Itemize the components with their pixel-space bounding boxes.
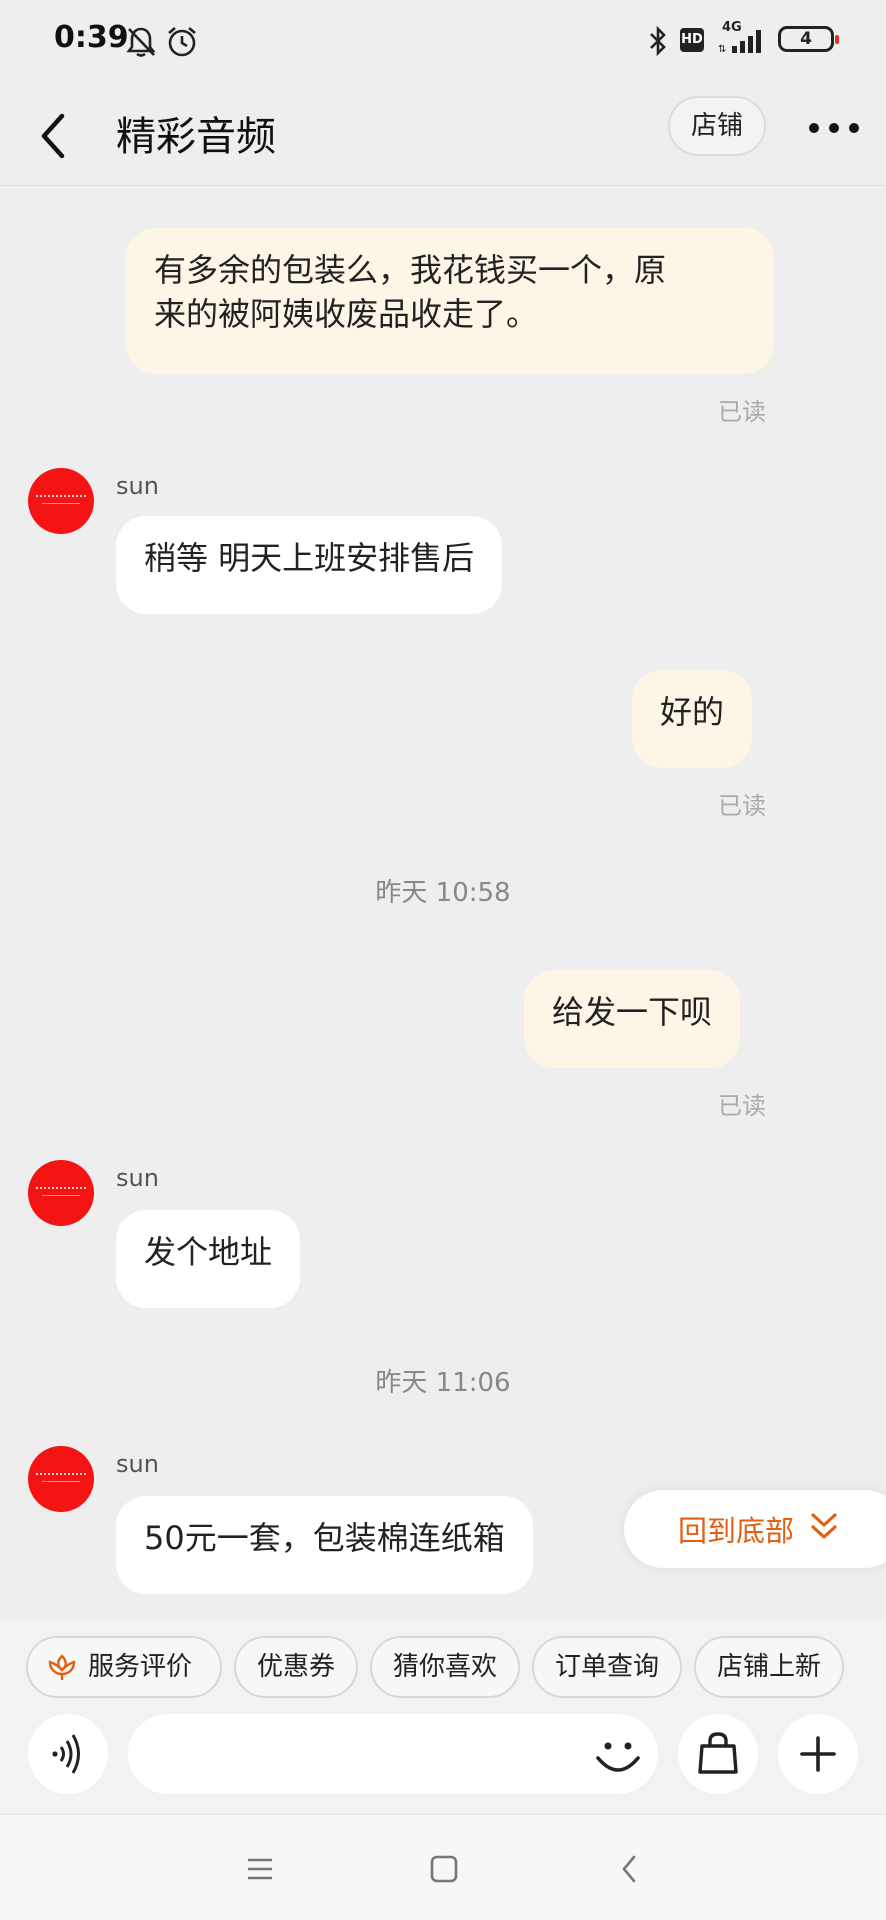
sender-name: sun (116, 1164, 159, 1192)
avatar-logo (36, 1473, 86, 1477)
read-status: 已读 (718, 398, 766, 426)
product-button[interactable] (678, 1714, 758, 1794)
avatar[interactable] (28, 1160, 94, 1226)
system-nav-bar (0, 1814, 886, 1920)
bluetooth-icon (650, 26, 666, 56)
status-time: 0:39 (54, 20, 129, 55)
shop-button[interactable]: 店铺 (668, 96, 766, 156)
message-input[interactable] (128, 1714, 658, 1794)
emoji-icon[interactable] (588, 1724, 648, 1784)
message-text-line: 有多余的包装么，我花钱买一个，原 (154, 251, 667, 289)
more-icon[interactable] (806, 108, 862, 148)
chip-coupon[interactable]: 优惠券 (234, 1636, 358, 1698)
plus-icon (800, 1736, 836, 1772)
back-icon[interactable] (30, 98, 78, 174)
their-message[interactable]: 50元一套，包装棉连纸箱 (116, 1496, 533, 1594)
battery-level: 4 (800, 29, 812, 49)
chat-header: 精彩音频 店铺 (0, 86, 886, 186)
chip-new-arrivals[interactable]: 店铺上新 (694, 1636, 844, 1698)
home-icon[interactable] (420, 1845, 468, 1893)
timestamp: 昨天 10:58 (375, 878, 511, 908)
avatar-logo-line (42, 1195, 80, 1196)
their-message[interactable]: 发个地址 (116, 1210, 301, 1308)
read-status: 已读 (718, 792, 766, 820)
timestamp: 昨天 11:06 (375, 1368, 511, 1398)
my-message[interactable]: 有多余的包装么，我花钱买一个，原 来的被阿姨收废品收走了。 (126, 228, 774, 374)
page-title: 精彩音频 (116, 114, 276, 160)
scroll-to-bottom-label: 回到底部 (678, 1514, 795, 1548)
voice-button[interactable] (28, 1714, 108, 1794)
shopping-bag-icon (698, 1732, 738, 1774)
hd-icon: HD (680, 28, 704, 52)
chip-label: 服务评价 (88, 1652, 193, 1682)
double-chevron-down-icon (811, 1513, 837, 1539)
scroll-to-bottom-button[interactable]: 回到底部 (624, 1490, 886, 1568)
their-message[interactable]: 稍等 明天上班安排售后 (116, 516, 503, 614)
menu-icon[interactable] (236, 1845, 284, 1893)
more-actions-button[interactable] (778, 1714, 858, 1794)
avatar-logo-line (42, 1481, 80, 1482)
chip-recommend[interactable]: 猜你喜欢 (370, 1636, 520, 1698)
svg-text:⇅: ⇅ (718, 44, 726, 54)
avatar[interactable] (28, 1446, 94, 1512)
my-message[interactable]: 给发一下呗 (524, 970, 741, 1068)
quick-actions-bar: 服务评价 优惠券 猜你喜欢 订单查询 店铺上新 (0, 1618, 886, 1714)
flower-icon (48, 1654, 76, 1680)
chip-order-query[interactable]: 订单查询 (532, 1636, 682, 1698)
nav-back-icon[interactable] (606, 1845, 654, 1893)
sender-name: sun (116, 472, 159, 500)
my-message[interactable]: 好的 (632, 670, 753, 768)
avatar-logo (36, 1187, 86, 1191)
read-status: 已读 (718, 1092, 766, 1120)
chip-service-rating[interactable]: 服务评价 (26, 1636, 222, 1698)
voice-icon (52, 1734, 80, 1774)
bell-off-icon (126, 27, 156, 57)
battery-icon: 4 (778, 26, 839, 52)
input-bar (0, 1714, 886, 1814)
signal-icon: ⇅ (718, 30, 761, 54)
sender-name: sun (116, 1450, 159, 1478)
alarm-icon (168, 27, 196, 57)
status-bar: 0:39 HD 4G ⇅ 4 (0, 0, 886, 86)
avatar[interactable] (28, 468, 94, 534)
avatar-logo-line (42, 503, 80, 504)
message-text-line: 来的被阿姨收废品收走了。 (154, 295, 539, 333)
avatar-logo (36, 495, 86, 499)
